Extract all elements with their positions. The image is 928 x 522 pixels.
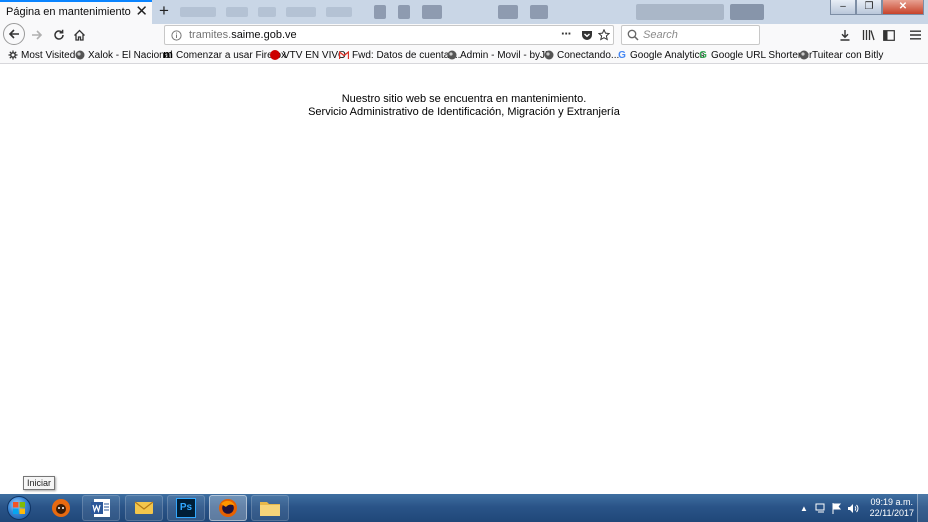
library-button[interactable] [857, 24, 879, 46]
background-search-button [730, 4, 764, 20]
menu-button[interactable] [904, 24, 926, 46]
back-arrow-icon [8, 29, 19, 39]
library-icon [862, 30, 875, 41]
bookmark-label: Most Visited [21, 49, 76, 61]
info-icon[interactable] [171, 30, 182, 41]
search-bar[interactable]: Search [621, 25, 760, 45]
photoshop-icon[interactable]: Ps [167, 495, 205, 521]
close-window-button[interactable]: ✕ [882, 0, 924, 15]
globe-icon [799, 50, 809, 60]
home-button[interactable] [68, 24, 90, 46]
url-bar[interactable]: tramites.saime.gob.ve ··· [164, 25, 614, 45]
page-content: Nuestro sitio web se encuentra en manten… [0, 64, 928, 494]
sidebar-button[interactable] [878, 24, 900, 46]
word-icon[interactable] [82, 495, 120, 521]
show-desktop-button[interactable] [917, 494, 928, 522]
forward-arrow-icon [32, 30, 43, 40]
bookmark-label: Tuitear con Bitly [812, 49, 884, 61]
window-controls: – ❐ ✕ [830, 0, 924, 16]
bookmark-item[interactable]: Most Visited [8, 48, 75, 62]
bookmark-item[interactable]: VTV EN VIVO [270, 48, 346, 62]
globe-icon [544, 50, 554, 60]
bookmark-item[interactable]: Conectando... [544, 48, 619, 62]
folder-icon[interactable] [251, 495, 289, 521]
globe-icon [75, 50, 85, 60]
url-domain: saime.gob.ve [231, 29, 297, 41]
bookmark-item[interactable]: Tuitear con Bitly [799, 48, 883, 62]
bookmark-item[interactable]: Xalok - El Nacional [75, 48, 172, 62]
windows-logo-icon [6, 496, 31, 520]
new-tab-button[interactable]: + [156, 1, 172, 21]
bookmark-item[interactable]: Admin - Movil - byJL [447, 48, 551, 62]
google-icon: G [699, 49, 707, 61]
url-text: tramites.saime.gob.ve [189, 29, 297, 41]
reload-icon [54, 29, 64, 40]
tab-strip: Página en mantenimiento ✕ + – ❐ ✕ [0, 0, 928, 24]
tab-active[interactable]: Página en mantenimiento ✕ [0, 0, 152, 24]
bookmark-label: Xalok - El Nacional [88, 49, 173, 61]
navigation-toolbar: tramites.saime.gob.ve ··· Search [0, 23, 928, 46]
network-icon[interactable] [814, 494, 828, 522]
action-center-flag-icon[interactable] [830, 494, 844, 522]
organization-name: Servicio Administrativo de Identificació… [308, 106, 620, 118]
gorilla-app-icon[interactable] [42, 495, 80, 521]
google-icon: G [618, 49, 626, 61]
maintenance-message: Nuestro sitio web se encuentra en manten… [341, 93, 587, 105]
clock-date: 22/11/2017 [869, 508, 914, 518]
show-hidden-icons-icon[interactable]: ▲ [798, 494, 810, 522]
pocket-icon[interactable] [581, 29, 593, 41]
bookmark-item[interactable]: m Comenzar a usar Firefox [163, 48, 286, 62]
bookmark-label: VTV EN VIVO [283, 49, 346, 61]
start-tooltip: Iniciar [23, 476, 56, 490]
reload-button[interactable] [48, 24, 70, 46]
background-search-box [636, 4, 724, 20]
url-subdomain: tramites. [189, 29, 232, 41]
windows-taskbar: Ps ▲ 09:19 a.m. 22/11/2017 [0, 494, 928, 522]
vtv-icon [270, 50, 280, 60]
forward-button[interactable] [26, 24, 48, 46]
home-icon [73, 29, 85, 41]
hamburger-menu-icon [909, 30, 921, 40]
system-clock[interactable]: 09:19 a.m. 22/11/2017 [870, 497, 914, 519]
gmail-icon [339, 50, 349, 60]
bookmark-item[interactable]: G Google URL Shortener [698, 48, 812, 62]
tab-title: Página en mantenimiento [6, 6, 131, 18]
search-icon [627, 29, 639, 41]
mozilla-icon: m [163, 49, 173, 61]
bookmark-label: Google URL Shortener [711, 49, 813, 61]
bookmark-label: Fwd: Datos de cuenta ... [352, 49, 461, 61]
bookmark-star-icon[interactable] [598, 29, 610, 41]
download-icon [840, 30, 850, 41]
bookmark-label: Google Analytics [630, 49, 705, 61]
downloads-button[interactable] [834, 24, 856, 46]
page-actions-icon[interactable]: ··· [561, 26, 572, 41]
outlook-icon[interactable] [125, 495, 163, 521]
bookmark-label: Admin - Movil - byJL [460, 49, 551, 61]
globe-icon [447, 50, 457, 60]
firefox-icon[interactable] [209, 495, 247, 521]
gear-icon [8, 50, 18, 60]
volume-icon[interactable] [846, 494, 860, 522]
search-placeholder: Search [643, 29, 678, 41]
bookmark-item[interactable]: G Google Analytics [617, 48, 705, 62]
start-button[interactable] [3, 494, 34, 522]
sidebar-icon [883, 29, 895, 41]
clock-time: 09:19 a.m. [870, 497, 914, 507]
photoshop-logo: Ps [176, 498, 196, 518]
tab-close-icon[interactable]: ✕ [135, 3, 148, 21]
bookmark-label: Conectando... [557, 49, 620, 61]
back-button[interactable] [3, 23, 25, 45]
bookmark-item[interactable]: Fwd: Datos de cuenta ... [339, 48, 460, 62]
maximize-button[interactable]: ❐ [856, 0, 882, 15]
bookmarks-toolbar: Most Visited Xalok - El Nacional m Comen… [0, 46, 928, 64]
minimize-button[interactable]: – [830, 0, 856, 15]
